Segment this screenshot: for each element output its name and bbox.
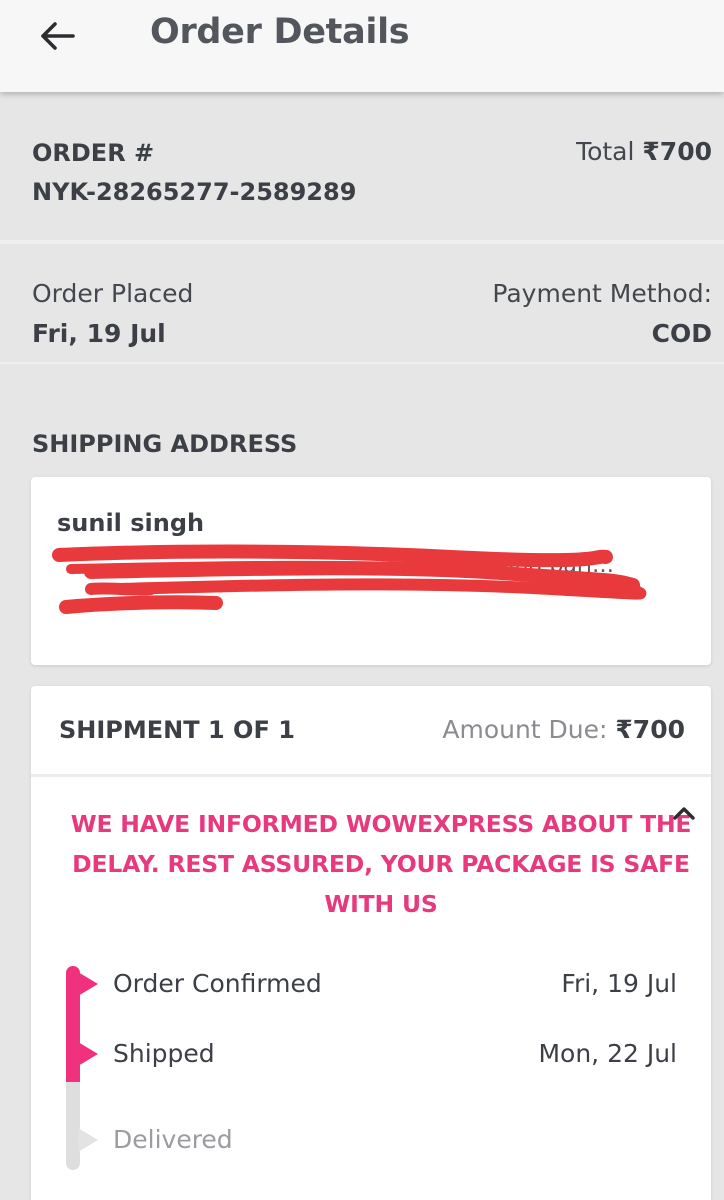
amount-due: Amount Due: ₹700: [442, 715, 685, 744]
shipping-address-card: sunil singh ool and pari…: [31, 477, 711, 665]
order-total-label: Total: [576, 137, 635, 166]
tracking-progress-pending: [66, 1082, 80, 1170]
order-summary: ORDER # NYK-28265277-2589289 Total ₹700: [0, 98, 724, 240]
section-divider: [0, 362, 724, 364]
back-button[interactable]: [36, 14, 80, 58]
amount-due-label: Amount Due:: [442, 715, 608, 744]
payment-method-value: COD: [651, 319, 712, 348]
step-flag-icon: [78, 1042, 98, 1066]
payment-method-label: Payment Method:: [492, 279, 712, 308]
app-bar: Order Details: [0, 0, 724, 92]
collapse-toggle[interactable]: [667, 796, 701, 830]
arrow-left-icon: [41, 22, 75, 50]
order-number-label: ORDER #: [32, 139, 155, 167]
step-label: Delivered: [113, 1125, 233, 1154]
delay-alert-line: WE HAVE INFORMED WOWEXPRESS ABOUT THE: [70, 810, 692, 838]
delay-alert-message: WE HAVE INFORMED WOWEXPRESS ABOUT THE DE…: [51, 804, 711, 924]
chevron-up-icon: [673, 807, 695, 820]
order-number: NYK-28265277-2589289: [32, 178, 357, 206]
delay-alert-line: WITH US: [324, 890, 438, 918]
shipment-title: SHIPMENT 1 OF 1: [59, 716, 295, 744]
step-date: Mon, 22 Jul: [538, 1039, 677, 1068]
order-placed-info: Order Placed Fri, 19 Jul Payment Method:…: [0, 244, 724, 362]
order-total: Total ₹700: [576, 137, 712, 166]
delay-alert-line: DELAY. REST ASSURED, YOUR PACKAGE IS SAF…: [72, 850, 690, 878]
order-total-value: ₹700: [642, 137, 712, 166]
step-label: Order Confirmed: [113, 969, 322, 998]
amount-due-value: ₹700: [615, 715, 685, 744]
step-flag-icon: [78, 972, 98, 996]
shipment-header-divider: [31, 774, 711, 777]
order-placed-date: Fri, 19 Jul: [32, 319, 166, 348]
shipment-card: SHIPMENT 1 OF 1 Amount Due: ₹700 WE HAVE…: [31, 686, 711, 1200]
step-date: Fri, 19 Jul: [561, 969, 677, 998]
shipping-address-heading: SHIPPING ADDRESS: [32, 430, 298, 458]
page-title: Order Details: [150, 12, 410, 52]
step-flag-icon: [78, 1128, 98, 1152]
step-label: Shipped: [113, 1039, 215, 1068]
order-placed-label: Order Placed: [32, 279, 194, 308]
redaction-scribble: [52, 544, 647, 614]
